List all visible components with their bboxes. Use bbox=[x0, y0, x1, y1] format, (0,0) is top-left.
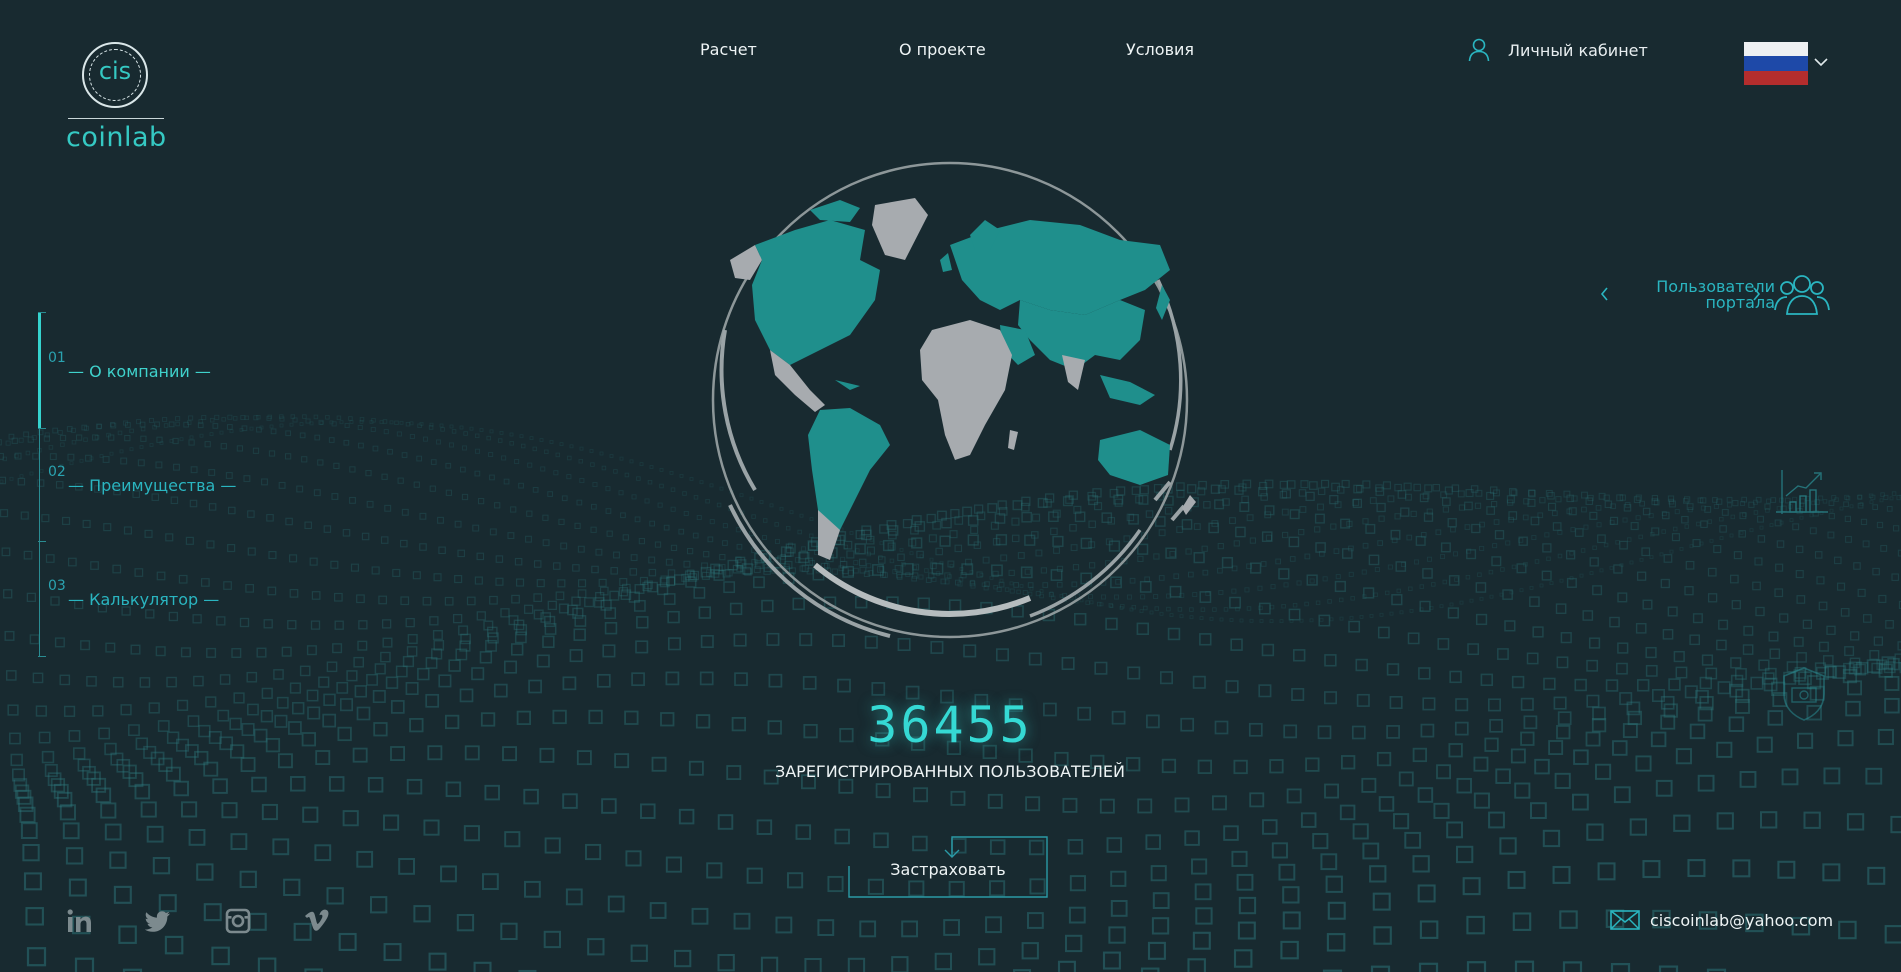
section-number: 03 bbox=[48, 578, 66, 594]
mail-icon bbox=[1610, 910, 1640, 930]
globe-arc-left bbox=[719, 329, 757, 492]
logo-coin-text: cis bbox=[98, 57, 132, 85]
contact-email[interactable]: ciscoinlab@yahoo.com bbox=[1610, 910, 1833, 930]
insure-button[interactable]: Застраховать bbox=[848, 836, 1048, 898]
globe-arc-bottom bbox=[813, 562, 1032, 617]
registered-users-label: ЗАРЕГИСТРИРОВАННЫХ ПОЛЬЗОВАТЕЛЕЙ bbox=[774, 762, 1126, 781]
user-icon bbox=[1468, 38, 1490, 62]
language-flag-ru[interactable] bbox=[1744, 42, 1808, 85]
instagram-icon[interactable] bbox=[225, 908, 251, 934]
shield-money-icon[interactable] bbox=[1780, 666, 1828, 722]
account-link[interactable]: Личный кабинет bbox=[1468, 38, 1648, 62]
growth-chart-icon[interactable] bbox=[1776, 466, 1828, 516]
linkedin-icon[interactable] bbox=[66, 908, 92, 934]
world-map bbox=[730, 198, 1196, 560]
globe-arc-bottom-right bbox=[1029, 529, 1142, 618]
section-number: 01 bbox=[48, 350, 66, 366]
contact-email-text: ciscoinlab@yahoo.com bbox=[1650, 910, 1834, 930]
insure-button-label: Застраховать bbox=[890, 860, 1006, 879]
chevron-down-icon[interactable] bbox=[1814, 58, 1828, 67]
account-label: Личный кабинет bbox=[1508, 40, 1648, 60]
logo-coin-icon: cis bbox=[82, 42, 148, 108]
twitter-icon[interactable] bbox=[145, 908, 171, 934]
section-number: 02 bbox=[48, 464, 66, 480]
nav-link-terms[interactable]: Условия bbox=[1126, 40, 1194, 59]
nav-link-calculation[interactable]: Расчет bbox=[700, 40, 757, 59]
chevron-left-icon[interactable] bbox=[1600, 287, 1609, 301]
section-label: — Преимущества — bbox=[68, 476, 237, 495]
section-label: — Калькулятор — bbox=[68, 590, 220, 609]
vimeo-icon[interactable] bbox=[304, 908, 330, 934]
users-icon[interactable] bbox=[1774, 272, 1830, 316]
globe-arc-bottom-left bbox=[728, 504, 891, 638]
registered-users-count: 36455 bbox=[867, 696, 1033, 754]
section-label: — О компании — bbox=[68, 362, 211, 381]
chevron-right-icon[interactable] bbox=[1752, 287, 1761, 301]
section-active-indicator bbox=[38, 312, 41, 428]
logo-wordmark: coinlab bbox=[66, 122, 167, 153]
world-globe bbox=[711, 161, 1196, 639]
logo[interactable]: cis coinlab bbox=[66, 40, 166, 155]
section-nav: 01 — О компании — 02 — Преимущества — 03… bbox=[38, 312, 278, 657]
nav-link-about[interactable]: О проекте bbox=[899, 40, 986, 59]
